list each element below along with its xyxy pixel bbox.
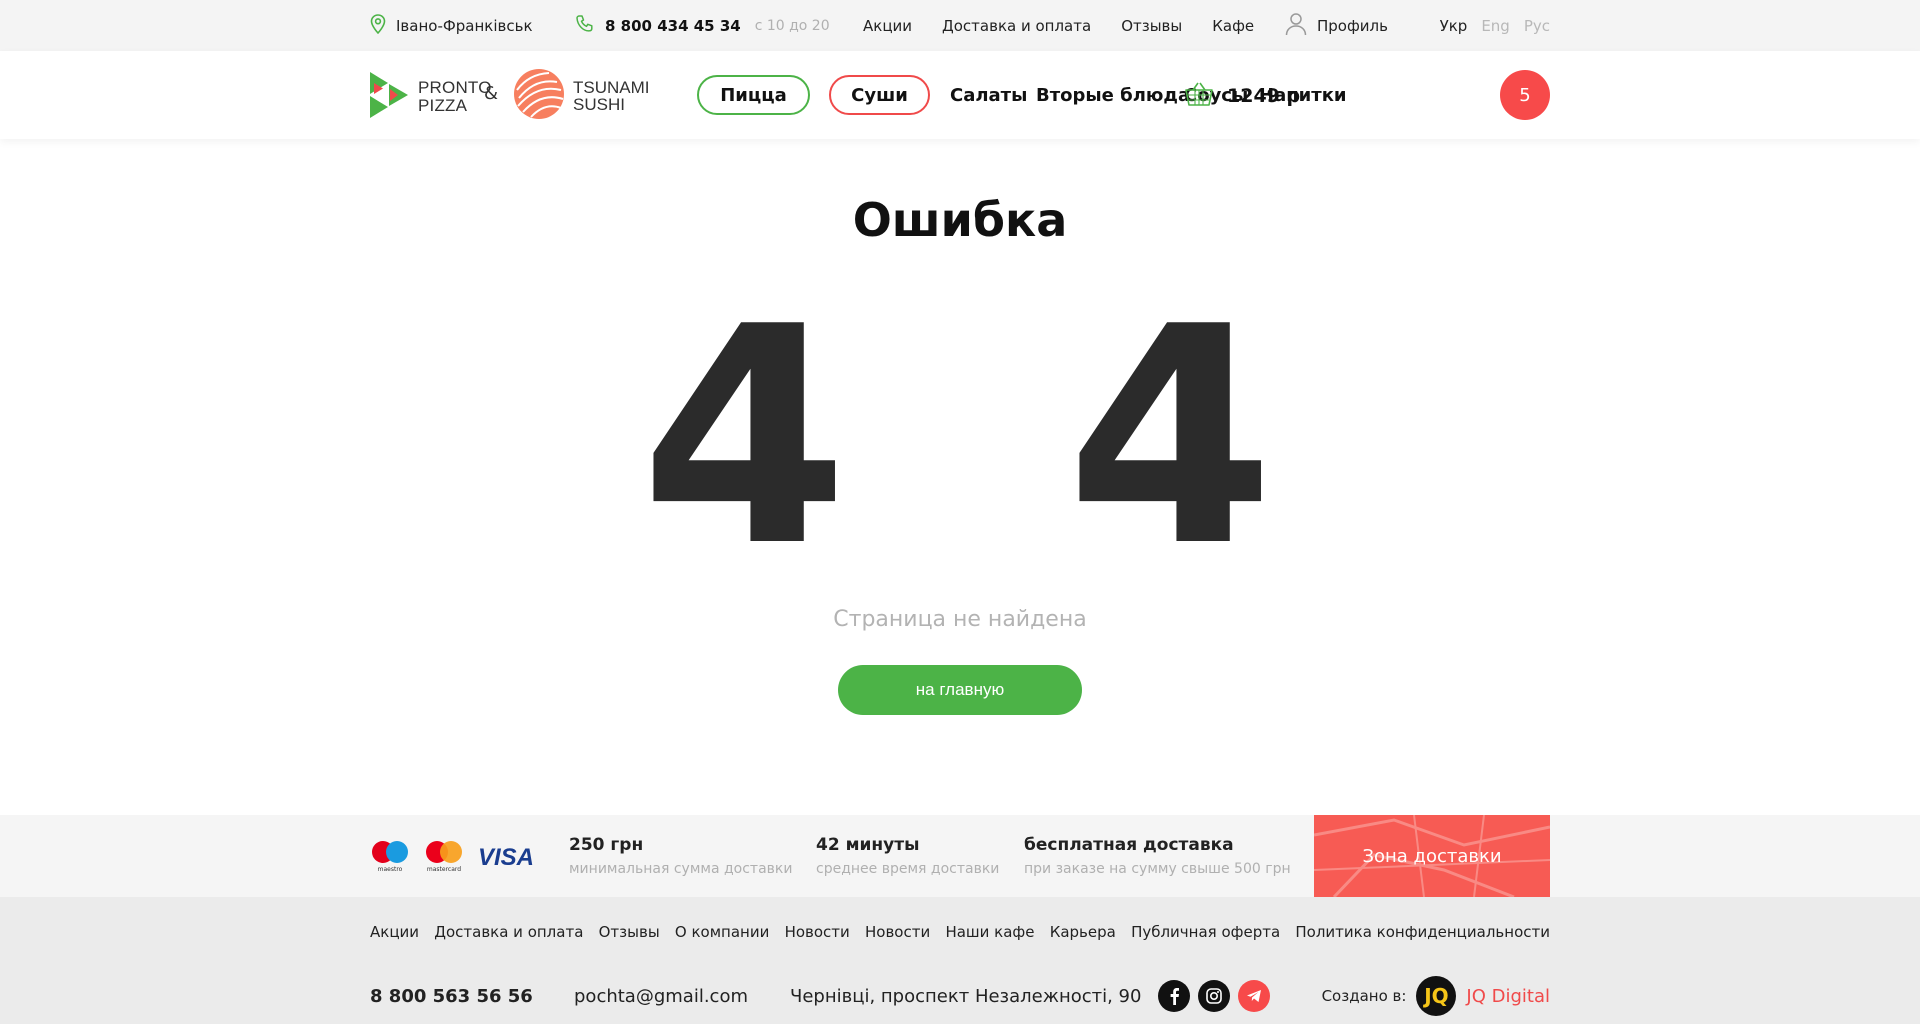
facebook-icon[interactable]	[1158, 980, 1190, 1012]
logo-ampersand: &	[484, 83, 499, 104]
tsunami-logo-line1: TSUNAMI	[573, 78, 650, 97]
lang-eng[interactable]: Eng	[1481, 17, 1510, 35]
top-nav-promotions[interactable]: Акции	[863, 17, 912, 35]
avg-time-desc: среднее время доставки	[816, 861, 1000, 877]
salmon-roll-icon	[513, 68, 565, 124]
go-home-button[interactable]: на главную	[838, 665, 1082, 715]
jq-logo-icon[interactable]: JQ	[1416, 976, 1457, 1016]
free-delivery-desc: при заказе на сумму свыше 500 грн	[1024, 861, 1291, 877]
category-pizza[interactable]: Пицца	[697, 75, 810, 115]
phone-icon	[575, 14, 595, 38]
pronto-play-icon	[370, 72, 410, 122]
footer-nav-offer[interactable]: Публичная оферта	[1131, 923, 1280, 941]
city-selector[interactable]: Івано-Франківськ	[370, 0, 533, 51]
cart[interactable]: 1249 р	[1185, 81, 1300, 111]
mastercard-label: mastercard	[427, 866, 461, 873]
instagram-icon[interactable]	[1198, 980, 1230, 1012]
footer-nav-career[interactable]: Карьера	[1050, 923, 1116, 941]
maestro-label: maestro	[378, 866, 403, 873]
min-order-desc: минимальная сумма доставки	[569, 861, 793, 877]
user-icon	[1285, 12, 1307, 40]
made-by-name[interactable]: JQ Digital	[1466, 986, 1550, 1007]
social-links	[1158, 979, 1270, 1013]
footer-nav-privacy[interactable]: Политика конфиденциальности	[1295, 923, 1550, 941]
category-main-dishes[interactable]: Вторые блюда	[1036, 75, 1190, 115]
top-nav-reviews[interactable]: Отзывы	[1121, 17, 1182, 35]
footer-nav-promotions[interactable]: Акции	[370, 923, 419, 941]
pronto-pizza-logo[interactable]: PRONTO PIZZA	[370, 72, 492, 122]
top-nav-cafe[interactable]: Кафе	[1212, 17, 1254, 35]
city-label: Івано-Франківськ	[396, 16, 533, 35]
top-phone-number: 8 800 434 45 34	[605, 16, 741, 35]
error-digit-left: 4	[640, 263, 849, 612]
footer-nav-news[interactable]: Новости	[785, 923, 850, 941]
footer-nav-our-cafes[interactable]: Наши кафе	[945, 923, 1034, 941]
main-header: PRONTO PIZZA & TSUNAMI SUSHI Пицца Суши …	[0, 51, 1920, 139]
profile-link[interactable]: Профиль	[1285, 0, 1388, 51]
top-nav: Акции Доставка и оплата Отзывы Кафе	[863, 0, 1254, 51]
language-switcher: Укр Eng Рус	[1440, 0, 1550, 51]
cart-count-badge[interactable]: 5	[1500, 70, 1550, 120]
min-order-info: 250 грн минимальная сумма доставки	[569, 835, 792, 877]
pronto-logo-line1: PRONTO	[418, 78, 492, 97]
page: Івано-Франківськ 8 800 434 45 34 с 10 до…	[0, 0, 1920, 1024]
footer-nav-about[interactable]: О компании	[675, 923, 769, 941]
top-phone[interactable]: 8 800 434 45 34 с 10 до 20	[575, 0, 830, 51]
delivery-zone-label: Зона доставки	[1362, 845, 1502, 867]
category-sushi[interactable]: Суши	[829, 75, 930, 115]
error-digit-right: 4	[1066, 263, 1275, 612]
avg-time-value: 42 минуты	[816, 835, 920, 855]
made-by: Создано в: JQ JQ Digital	[1321, 976, 1550, 1016]
free-delivery-info: бесплатная доставка при заказе на сумму …	[1024, 835, 1291, 877]
mastercard-icon: mastercard	[424, 839, 464, 877]
visa-icon: VISA	[478, 844, 535, 871]
min-order-value: 250 грн	[569, 835, 644, 855]
pronto-logo-line2: PIZZA	[418, 96, 468, 115]
footer-phone[interactable]: 8 800 563 56 56	[370, 979, 533, 1013]
tsunami-sushi-logo[interactable]: TSUNAMI SUSHI	[513, 68, 650, 124]
footer-nav-reviews[interactable]: Отзывы	[599, 923, 660, 941]
lang-rus[interactable]: Рус	[1524, 17, 1550, 35]
delivery-zone-button[interactable]: Зона доставки	[1314, 815, 1550, 897]
top-nav-delivery[interactable]: Доставка и оплата	[942, 17, 1091, 35]
category-salads[interactable]: Салаты	[950, 75, 1027, 115]
delivery-info-strip: maestro mastercard VISA 250 грн минималь…	[0, 815, 1920, 897]
profile-label: Профиль	[1317, 16, 1388, 35]
basket-icon	[1185, 81, 1213, 111]
footer: Акции Доставка и оплата Отзывы О компани…	[0, 897, 1920, 1024]
error-subtitle: Страница не найдена	[833, 607, 1087, 632]
footer-address: Чернівці, проспект Незалежності, 90	[790, 985, 1142, 1007]
footer-nav-delivery[interactable]: Доставка и оплата	[434, 923, 583, 941]
avg-time-info: 42 минуты среднее время доставки	[816, 835, 999, 877]
payment-methods: maestro mastercard VISA	[370, 839, 534, 877]
made-by-label: Создано в:	[1321, 987, 1407, 1005]
tsunami-logo-line2: SUSHI	[573, 95, 625, 114]
maestro-icon: maestro	[370, 839, 410, 877]
free-delivery-value: бесплатная доставка	[1024, 835, 1234, 855]
error-title: Ошибка	[852, 193, 1068, 247]
telegram-icon[interactable]	[1238, 980, 1270, 1012]
cart-total: 1249 р	[1227, 85, 1301, 107]
work-hours: с 10 до 20	[754, 17, 830, 34]
lang-ukr[interactable]: Укр	[1440, 17, 1468, 35]
footer-email[interactable]: pochta@gmail.com	[574, 979, 748, 1013]
footer-nav-news-2[interactable]: Новости	[865, 923, 930, 941]
footer-nav: Акции Доставка и оплата Отзывы О компани…	[370, 923, 1550, 941]
top-bar: Івано-Франківськ 8 800 434 45 34 с 10 до…	[0, 0, 1920, 51]
location-pin-icon	[370, 13, 386, 38]
